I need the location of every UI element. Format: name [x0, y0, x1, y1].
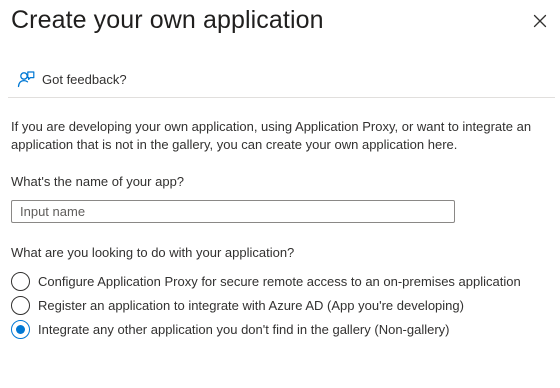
radio-option-non-gallery[interactable]: Integrate any other application you don'…	[11, 317, 521, 341]
radio-button[interactable]	[11, 319, 30, 339]
close-icon[interactable]	[531, 12, 549, 30]
radio-option-label: Configure Application Proxy for secure r…	[38, 273, 521, 289]
panel-title: Create your own application	[11, 6, 324, 34]
radio-option-label: Register an application to integrate wit…	[38, 297, 464, 313]
radio-option-app-proxy[interactable]: Configure Application Proxy for secure r…	[11, 269, 521, 293]
purpose-question-label: What are you looking to do with your app…	[11, 245, 295, 260]
radio-option-label: Integrate any other application you don'…	[38, 321, 450, 337]
radio-button[interactable]	[11, 271, 30, 291]
app-name-input[interactable]	[11, 200, 455, 223]
radio-button[interactable]	[11, 295, 30, 315]
description-text: If you are developing your own applicati…	[11, 119, 532, 152]
app-name-label: What's the name of your app?	[11, 174, 185, 189]
feedback-label: Got feedback?	[42, 71, 127, 87]
header-divider	[8, 97, 555, 98]
feedback-person-icon	[17, 71, 35, 88]
feedback-link[interactable]: Got feedback?	[17, 68, 127, 90]
radio-option-register-app[interactable]: Register an application to integrate wit…	[11, 293, 521, 317]
purpose-radio-group: Configure Application Proxy for secure r…	[11, 269, 521, 341]
